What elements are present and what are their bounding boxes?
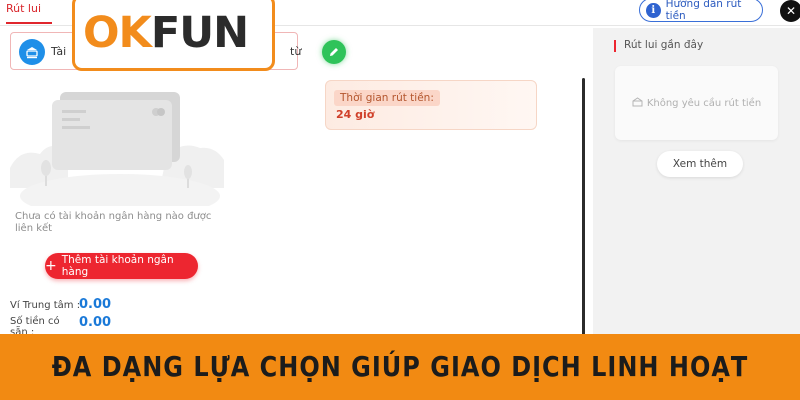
withdraw-guide-label: Hướng dẫn rút tiền xyxy=(665,0,742,22)
withdraw-guide-button[interactable]: i Hướng dẫn rút tiền xyxy=(639,0,763,22)
okfun-logo: OKFUN xyxy=(72,0,275,71)
promo-banner: ĐA DẠNG LỰA CHỌN GIÚP GIAO DỊCH LINH HOẠ… xyxy=(0,334,800,400)
close-icon: ✕ xyxy=(785,4,797,18)
empty-bank-card-illustration xyxy=(10,92,224,206)
edit-pencil-icon[interactable] xyxy=(322,40,346,64)
logo-text-fun: FUN xyxy=(150,7,249,58)
section-accent-bar xyxy=(614,40,616,52)
recent-withdrawals-panel: Rút lui gần đây Không yêu cầu rút tiền X… xyxy=(593,28,800,338)
add-bank-account-button[interactable]: + Thêm tài khoản ngân hàng xyxy=(45,253,198,279)
close-button[interactable]: ✕ xyxy=(780,0,800,22)
bank-method-label: Tài xyxy=(51,45,67,58)
tab-withdraw[interactable]: Rút lui xyxy=(6,2,41,15)
no-withdrawal-requests-card: Không yêu cầu rút tiền xyxy=(615,66,778,140)
add-bank-account-label: Thêm tài khoản ngân hàng xyxy=(61,254,174,278)
empty-box-icon xyxy=(632,96,643,110)
other-method-label: từ xyxy=(290,45,302,58)
no-withdrawal-requests-text: Không yêu cầu rút tiền xyxy=(646,97,762,109)
no-bank-account-message: Chưa có tài khoản ngân hàng nào được liê… xyxy=(15,211,212,234)
withdraw-time-label: Thời gian rút tiền: xyxy=(334,90,440,106)
central-wallet-label: Ví Trung tâm : xyxy=(10,300,81,311)
withdraw-time-card: Thời gian rút tiền: 24 giờ xyxy=(325,80,537,130)
vertical-scrollbar[interactable] xyxy=(582,78,585,338)
central-wallet-value: 0.00 xyxy=(79,297,112,312)
active-tab-indicator xyxy=(6,22,52,24)
bank-card-icon xyxy=(19,39,45,65)
promo-banner-text: ĐA DẠNG LỰA CHỌN GIÚP GIAO DỊCH LINH HOẠ… xyxy=(51,350,749,384)
recent-withdrawals-title: Rút lui gần đây xyxy=(624,39,704,51)
plus-icon: + xyxy=(45,258,57,274)
withdraw-time-value: 24 giờ xyxy=(336,108,375,121)
logo-text-ok: OK xyxy=(83,7,152,58)
info-icon: i xyxy=(646,2,661,18)
see-more-button[interactable]: Xem thêm xyxy=(657,151,743,177)
available-balance-value: 0.00 xyxy=(79,315,112,330)
